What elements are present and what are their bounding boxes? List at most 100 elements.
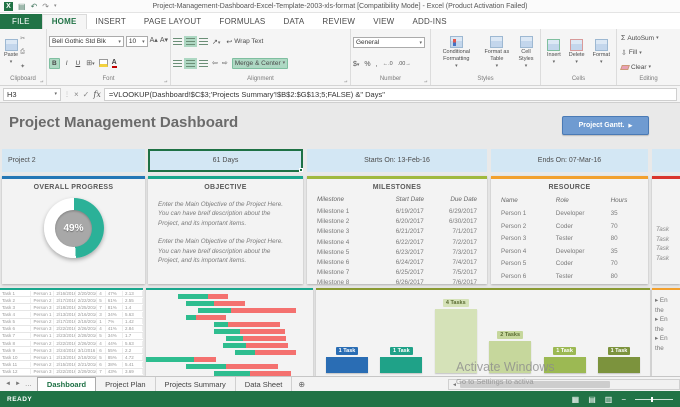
sheet-more-icon[interactable]: … <box>25 381 32 388</box>
delete-cells-button[interactable]: Delete ▾ <box>567 31 587 74</box>
comma-style-icon[interactable]: , <box>376 61 378 68</box>
sheet-next-icon[interactable]: ► <box>15 381 21 387</box>
scroll-left-icon[interactable]: ◄ <box>449 382 460 388</box>
save-icon[interactable]: ▤ <box>18 2 26 11</box>
qat-dropdown-icon[interactable]: ▾ <box>54 3 57 9</box>
cut-icon[interactable]: ✂ <box>20 35 25 42</box>
autosum-button[interactable]: Σ AutoSum ▾ <box>619 34 661 43</box>
sheet-tab-dashboard[interactable]: Dashboard <box>36 377 97 391</box>
page-layout-view-icon[interactable]: ▤ <box>588 395 596 404</box>
objective-paragraph: Enter the Main Objective of the Project … <box>158 238 283 265</box>
number-format-select[interactable]: General ▾ <box>353 37 425 49</box>
page-break-view-icon[interactable]: ▥ <box>605 395 613 404</box>
underline-button[interactable]: U <box>74 59 83 68</box>
align-right-icon[interactable] <box>199 59 208 67</box>
ribbon-tab-view[interactable]: VIEW <box>364 15 403 29</box>
ribbon-tab-data[interactable]: DATA <box>274 15 313 29</box>
align-left-icon[interactable] <box>173 59 182 67</box>
grow-font-icon[interactable]: A▴ <box>150 36 158 47</box>
scrollbar-thumb[interactable] <box>459 381 610 388</box>
task-table-row[interactable]: Task 3 Person 3 2/18/2016 2/25/2016 7 81% 1.4 <box>0 304 143 312</box>
italic-button[interactable]: I <box>64 59 70 68</box>
ribbon-tab-review[interactable]: REVIEW <box>313 15 364 29</box>
clear-button[interactable]: Clear ▾ <box>619 63 653 72</box>
borders-icon[interactable]: ⊞▾ <box>86 59 94 67</box>
sheet-tab-project-plan[interactable]: Project Plan <box>96 377 156 391</box>
orientation-icon[interactable]: ↗▾ <box>212 38 220 46</box>
sheet-tab-data-sheet[interactable]: Data Sheet <box>236 377 293 391</box>
shrink-font-icon[interactable]: A▾ <box>160 36 168 47</box>
undo-icon[interactable]: ↶ <box>31 2 38 11</box>
zoom-slider[interactable] <box>635 396 673 402</box>
horizontal-scrollbar[interactable]: ◄ <box>448 379 680 390</box>
font-size-select[interactable]: 10 ▾ <box>125 36 148 48</box>
project-gantt-button[interactable]: Project Gantt. ▶ <box>562 116 649 135</box>
align-bottom-icon[interactable] <box>199 38 208 45</box>
bold-button[interactable]: B <box>49 57 60 69</box>
name-box-dropdown-icon[interactable]: ▾ <box>54 91 57 97</box>
font-dialog-launcher-icon[interactable]: ⌐ <box>164 78 168 84</box>
end-date-cell[interactable]: Ends On: 07-Mar-16 <box>491 149 648 172</box>
formula-input[interactable]: =VLOOKUP(Dashboard!$C$3;'Projects Summar… <box>103 87 677 101</box>
enter-icon[interactable]: ✓ <box>83 90 90 99</box>
format-as-table-button[interactable]: Format as Table ▾ <box>480 31 514 74</box>
alignment-dialog-launcher-icon[interactable]: ⌐ <box>344 78 348 84</box>
new-sheet-icon[interactable]: ⊕ <box>292 377 311 391</box>
task-table-row[interactable]: Task 2 Person 2 2/17/2016 2/22/2016 5 61% 2.55 <box>0 297 143 305</box>
cancel-icon[interactable]: × <box>74 90 79 99</box>
duration-cell-selected[interactable]: 61 Days <box>148 149 303 172</box>
format-painter-icon[interactable]: ✦ <box>20 63 25 70</box>
paste-dropdown-icon[interactable]: ▾ <box>10 59 13 65</box>
start-date-cell[interactable]: Starts On: 13-Feb-16 <box>307 149 487 172</box>
task-table-row[interactable]: Task 6 Person 3 2/22/2016 2/26/2016 4 41% 2.84 <box>0 326 143 333</box>
ribbon-tab-add-ins[interactable]: ADD-INS <box>403 15 455 29</box>
clipboard-dialog-launcher-icon[interactable]: ⌐ <box>40 78 44 84</box>
font-color-icon[interactable]: A <box>111 59 117 68</box>
decrease-indent-icon[interactable]: ⇦ <box>212 59 218 67</box>
sheet-prev-icon[interactable]: ◄ <box>5 381 11 387</box>
ribbon-tab-insert[interactable]: INSERT <box>87 15 135 29</box>
percent-style-icon[interactable]: % <box>364 61 370 68</box>
fill-color-icon[interactable] <box>98 59 108 68</box>
cell-styles-button[interactable]: Cell Styles ▾ <box>514 31 538 74</box>
normal-view-icon[interactable]: ▦ <box>572 395 580 404</box>
ribbon-tab-home[interactable]: HOME <box>41 14 87 29</box>
accounting-format-icon[interactable]: $▾ <box>353 61 359 68</box>
copy-icon[interactable]: ⎙ <box>20 49 25 56</box>
conditional-formatting-button[interactable]: Conditional Formatting ▾ <box>433 31 480 74</box>
font-name-select[interactable]: Bell Gothic Std Blk ▾ <box>49 36 124 48</box>
task-table-row[interactable]: Task 12 Person 3 2/22/2016 2/29/2016 7 43% 3.6… <box>0 369 143 376</box>
task-table-row[interactable]: Task 9 Person 3 2/24/2016 3/1/2016 6 55% 2.2 <box>0 347 143 355</box>
increase-indent-icon[interactable]: ⇨ <box>222 59 228 67</box>
task-table-row[interactable]: Task 10 Person 1 2/13/2016 2/18/2016 5 85% 4.7… <box>0 354 143 362</box>
fill-handle[interactable] <box>299 168 303 172</box>
merge-center-button[interactable]: Merge & Center ▾ <box>231 57 289 69</box>
task-table-row[interactable]: Task 8 Person 2 2/22/2016 2/26/2016 4 44% 5.63 <box>0 340 143 348</box>
decrease-decimal-icon[interactable]: .00→ <box>398 61 411 67</box>
redo-icon[interactable]: ↷ <box>42 2 49 11</box>
increase-decimal-icon[interactable]: ←.0 <box>383 61 393 67</box>
project-name-cell[interactable]: Project 2 <box>2 149 145 172</box>
format-cells-button[interactable]: Format ▾ <box>591 31 612 74</box>
name-box[interactable]: H3 ▾ <box>3 87 61 101</box>
paste-button[interactable]: Paste ▾ <box>2 31 20 74</box>
task-table-row[interactable]: Task 5 Person 2 2/17/2016 2/18/2016 1 7% 1.42 <box>0 319 143 326</box>
sheet-tab-projects-summary[interactable]: Projects Summary <box>156 377 236 391</box>
ribbon-tab-page-layout[interactable]: PAGE LAYOUT <box>135 15 210 29</box>
zoom-out-icon[interactable]: − <box>621 395 626 404</box>
task-table-row[interactable]: Task 4 Person 1 2/13/2016 2/16/2016 3 34% 5.63 <box>0 311 143 319</box>
insert-cells-button[interactable]: Insert ▾ <box>545 31 563 74</box>
align-top-icon[interactable] <box>173 38 182 45</box>
wrap-text-button[interactable]: ↩ Wrap Text <box>224 37 265 47</box>
header-cell-partial[interactable] <box>652 149 680 172</box>
task-table-row[interactable]: Task 7 Person 1 2/23/2016 2/28/2016 5 34% 1.7 <box>0 333 143 340</box>
fill-button[interactable]: ⇩ Fill ▾ <box>619 48 644 58</box>
align-middle-icon[interactable] <box>184 36 197 47</box>
ribbon-tab-file[interactable]: FILE <box>0 14 42 29</box>
number-dialog-launcher-icon[interactable]: ⌐ <box>424 78 428 84</box>
task-table-row[interactable]: Task 11 Person 2 2/15/2016 2/21/2016 6 38% 5.4… <box>0 361 143 369</box>
insert-function-icon[interactable]: fx <box>93 90 100 99</box>
align-center-icon[interactable] <box>184 57 197 69</box>
task-table-row[interactable]: Task 1 Person 1 2/16/2016 2/20/2016 4 47% 2.13 <box>0 290 143 298</box>
ribbon-tab-formulas[interactable]: FORMULAS <box>210 15 274 29</box>
